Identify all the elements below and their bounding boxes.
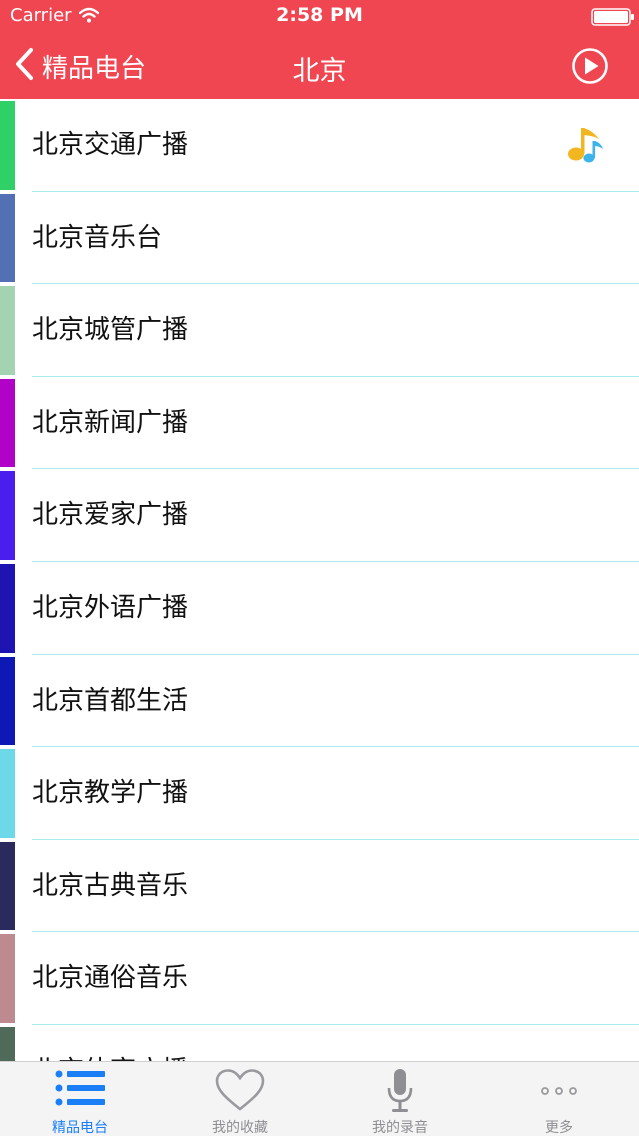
station-row[interactable]: 北京外语广播 bbox=[0, 562, 639, 655]
battery-icon bbox=[591, 8, 635, 30]
header: Carrier 2:58 PM 精品电台 北京 bbox=[0, 0, 639, 99]
station-color-bar bbox=[0, 286, 15, 375]
back-button[interactable]: 精品电台 bbox=[14, 46, 146, 86]
tab-more[interactable]: 更多 bbox=[479, 1062, 639, 1137]
station-color-bar bbox=[0, 841, 15, 931]
station-row[interactable]: 北京新闻广播 bbox=[0, 377, 639, 470]
station-name: 北京首都生活 bbox=[32, 685, 189, 716]
status-bar: Carrier 2:58 PM bbox=[0, 0, 639, 32]
heart-icon bbox=[214, 1069, 266, 1116]
more-icon bbox=[539, 1087, 579, 1112]
tab-favorites[interactable]: 我的收藏 bbox=[160, 1062, 320, 1137]
station-row[interactable]: 北京体育广播 bbox=[0, 1025, 639, 1061]
station-row[interactable]: 北京音乐台 bbox=[0, 192, 639, 285]
station-row[interactable]: 北京通俗音乐 bbox=[0, 932, 639, 1025]
station-row[interactable]: 北京交通广播 bbox=[0, 99, 639, 192]
play-icon bbox=[571, 48, 609, 89]
tab-label: 更多 bbox=[545, 1120, 573, 1136]
station-name: 北京通俗音乐 bbox=[32, 963, 189, 994]
tab-label: 我的收藏 bbox=[212, 1120, 268, 1136]
station-color-bar bbox=[0, 193, 15, 283]
back-label: 精品电台 bbox=[42, 53, 147, 84]
tab-recordings[interactable]: 我的录音 bbox=[320, 1062, 480, 1137]
station-row[interactable]: 北京古典音乐 bbox=[0, 840, 639, 933]
station-row[interactable]: 北京教学广播 bbox=[0, 747, 639, 840]
station-color-bar bbox=[0, 471, 15, 560]
station-color-bar bbox=[0, 934, 15, 1023]
nav-bar: 精品电台 北京 bbox=[0, 32, 639, 99]
tab-label: 精品电台 bbox=[52, 1120, 108, 1136]
microphone-icon bbox=[385, 1069, 415, 1118]
station-color-bar bbox=[0, 1026, 15, 1061]
station-row[interactable]: 北京首都生活 bbox=[0, 655, 639, 748]
tab-bar: 精品电台 我的收藏 我的录音 更多 bbox=[0, 1061, 639, 1136]
station-name: 北京古典音乐 bbox=[32, 870, 189, 901]
station-name: 北京外语广播 bbox=[32, 592, 189, 623]
station-name: 北京城管广播 bbox=[32, 315, 189, 346]
tab-featured-stations[interactable]: 精品电台 bbox=[0, 1062, 160, 1137]
station-row[interactable]: 北京城管广播 bbox=[0, 284, 639, 377]
play-button[interactable] bbox=[571, 47, 609, 85]
station-color-bar bbox=[0, 101, 15, 190]
station-name: 北京音乐台 bbox=[32, 222, 163, 253]
station-row[interactable]: 北京爱家广播 bbox=[0, 469, 639, 562]
station-name: 北京教学广播 bbox=[32, 778, 189, 809]
station-list: 北京交通广播 北京音乐台北京城管广播 北京新闻广播 北京爱家广播 北京外语广播 北京首都生… bbox=[0, 99, 639, 1061]
chevron-left-icon bbox=[14, 47, 34, 85]
station-color-bar bbox=[0, 749, 15, 838]
list-icon bbox=[53, 1070, 107, 1112]
station-name: 北京新闻广播 bbox=[32, 407, 189, 438]
music-note-icon bbox=[565, 123, 605, 169]
tab-label: 我的录音 bbox=[372, 1120, 428, 1136]
station-name: 北京交通广播 bbox=[32, 130, 189, 160]
status-clock: 2:58 PM bbox=[276, 4, 363, 26]
station-name: 北京爱家广播 bbox=[32, 500, 189, 531]
station-color-bar bbox=[0, 656, 15, 746]
station-name: 北京体育广播 bbox=[32, 1025, 188, 1061]
station-color-bar bbox=[0, 563, 15, 653]
station-color-bar bbox=[0, 378, 15, 468]
